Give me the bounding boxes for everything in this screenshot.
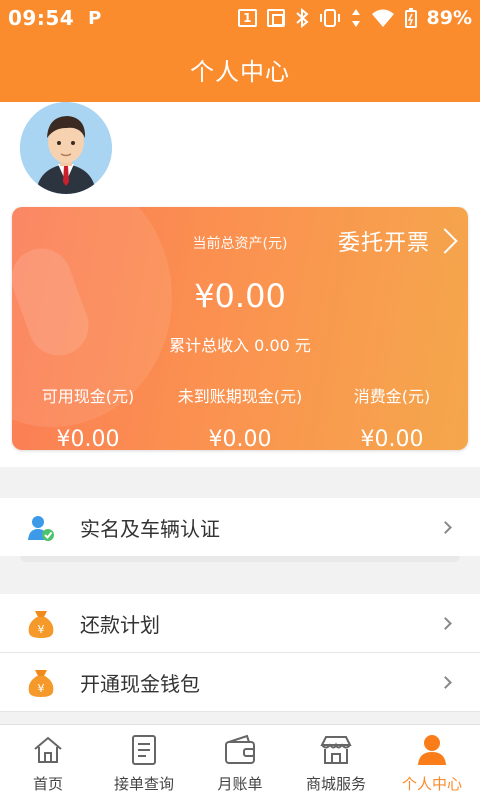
sim-icon: 1 bbox=[238, 9, 257, 27]
tab-home[interactable]: 首页 bbox=[0, 725, 96, 800]
metric-label: 可用现金(元) bbox=[41, 387, 135, 406]
chevron-right-icon bbox=[432, 228, 458, 254]
battery-icon bbox=[404, 8, 417, 28]
bluetooth-icon bbox=[295, 8, 309, 28]
wifi-icon bbox=[371, 9, 394, 27]
invoice-entrust-link[interactable]: 委托开票 bbox=[338, 225, 460, 257]
tab-order-query[interactable]: 接单查询 bbox=[96, 725, 192, 800]
menu-item-verification[interactable]: 实名及车辆认证 bbox=[0, 498, 480, 556]
tab-label: 商城服务 bbox=[305, 775, 366, 793]
chevron-right-icon bbox=[439, 616, 452, 630]
chevron-right-icon bbox=[439, 675, 452, 689]
tab-personal-center[interactable]: 个人中心 bbox=[384, 725, 480, 800]
header: 个人中心 bbox=[0, 36, 480, 102]
cumulative-income: 累计总收入 0.00 元 bbox=[169, 336, 311, 355]
battery-percent: 89% bbox=[426, 7, 472, 29]
avatar[interactable] bbox=[20, 102, 112, 194]
svg-text:¥: ¥ bbox=[38, 682, 45, 695]
metric-pending-cash[interactable]: 未到账期现金(元) ¥0.00 bbox=[164, 383, 316, 450]
metric-value: ¥0.00 bbox=[360, 427, 424, 450]
person-icon bbox=[418, 735, 446, 765]
money-bag-icon: ¥ bbox=[28, 611, 54, 638]
nfc-icon bbox=[266, 9, 285, 27]
tab-label: 月账单 bbox=[217, 775, 263, 793]
store-icon bbox=[320, 736, 352, 764]
user-verified-icon bbox=[28, 516, 54, 541]
tab-monthly-bill[interactable]: 月账单 bbox=[192, 725, 288, 800]
metric-value: ¥0.00 bbox=[208, 427, 272, 450]
menu-item-label: 还款计划 bbox=[80, 612, 160, 637]
profile-section: 当前总资产(元) 委托开票 ¥0.00 累计总收入 0.00 元 可用现金(元)… bbox=[0, 102, 480, 467]
menu-item-cash-wallet[interactable]: ¥ 开通现金钱包 bbox=[0, 653, 480, 711]
menu-item-label: 实名及车辆认证 bbox=[80, 516, 220, 541]
status-icons: 1 89% bbox=[238, 7, 472, 29]
metric-label: 消费金(元) bbox=[353, 387, 431, 406]
app-notification-icon: P bbox=[88, 7, 102, 29]
vibrate-icon bbox=[319, 9, 340, 27]
bottom-tab-bar: 首页 接单查询 月账单 商城服务 个人中心 bbox=[0, 724, 480, 800]
metric-value: ¥0.00 bbox=[56, 427, 120, 450]
document-icon bbox=[132, 735, 156, 765]
chevron-right-icon bbox=[439, 520, 452, 534]
menu-shadow bbox=[20, 556, 460, 562]
user-avatar-icon bbox=[20, 102, 112, 194]
divider bbox=[0, 711, 480, 712]
tab-mall-service[interactable]: 商城服务 bbox=[288, 725, 384, 800]
invoice-entrust-label: 委托开票 bbox=[337, 231, 430, 256]
metric-label: 未到账期现金(元) bbox=[177, 387, 303, 406]
menu-item-repayment-plan[interactable]: ¥ 还款计划 bbox=[0, 594, 480, 652]
home-icon bbox=[34, 736, 62, 763]
total-assets-value: ¥0.00 bbox=[194, 277, 286, 315]
money-bag-icon: ¥ bbox=[28, 670, 54, 697]
metric-consumption-credit[interactable]: 消费金(元) ¥0.00 bbox=[316, 383, 468, 450]
tab-label: 个人中心 bbox=[401, 775, 462, 793]
tab-label: 接单查询 bbox=[113, 775, 174, 793]
metric-available-cash[interactable]: 可用现金(元) ¥0.00 bbox=[12, 383, 164, 450]
svg-text:¥: ¥ bbox=[38, 623, 45, 636]
status-time: 09:54 bbox=[8, 6, 75, 30]
data-arrows-icon bbox=[351, 9, 360, 27]
status-bar: 09:54 P 1 89% bbox=[0, 0, 480, 36]
wallet-icon bbox=[225, 734, 255, 764]
menu-item-label: 开通现金钱包 bbox=[80, 671, 200, 696]
tab-label: 首页 bbox=[32, 775, 63, 793]
page-title: 个人中心 bbox=[190, 57, 290, 86]
asset-metrics: 可用现金(元) ¥0.00 未到账期现金(元) ¥0.00 消费金(元) ¥0.… bbox=[12, 383, 468, 450]
asset-card: 当前总资产(元) 委托开票 ¥0.00 累计总收入 0.00 元 可用现金(元)… bbox=[12, 207, 468, 450]
